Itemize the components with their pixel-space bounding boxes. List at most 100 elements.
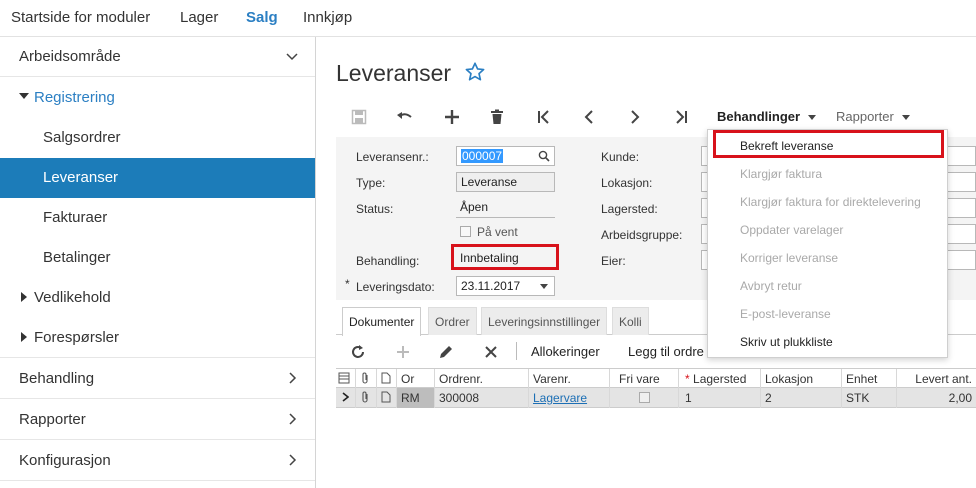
menu-item-klargjor-faktura-direktelevering[interactable]: Klargjør faktura for direktelevering bbox=[740, 195, 921, 209]
add-row-icon[interactable] bbox=[392, 341, 414, 363]
next-record-icon[interactable] bbox=[624, 106, 646, 128]
menu-item-klargjor-faktura[interactable]: Klargjør faktura bbox=[740, 167, 822, 181]
grid-header-varenr[interactable]: Varenr. bbox=[529, 369, 610, 389]
grid-header-enhet[interactable]: Enhet bbox=[842, 369, 897, 389]
grid-header-label: Lagersted bbox=[693, 372, 747, 386]
top-navigation: Startside for moduler Lager Salg Innkjøp bbox=[0, 0, 976, 37]
caret-down-icon bbox=[19, 93, 29, 99]
grid-header-ordrenr[interactable]: Ordrenr. bbox=[435, 369, 529, 389]
first-record-icon[interactable] bbox=[533, 106, 555, 128]
rapporter-label: Rapporter bbox=[836, 109, 894, 124]
leveransenr-value: 000007 bbox=[461, 149, 504, 163]
grid-cell-levert-ant[interactable]: 2,00 bbox=[897, 388, 976, 408]
pa-vent-checkbox[interactable] bbox=[460, 226, 471, 237]
tab-leveringsinnstillinger[interactable]: Leveringsinnstillinger bbox=[481, 307, 608, 335]
leveransenr-label: Leveransenr.: bbox=[356, 150, 429, 164]
grid-header-lokasjon[interactable]: Lokasjon bbox=[761, 369, 842, 389]
arbeidsgruppe-label: Arbeidsgruppe: bbox=[601, 228, 683, 242]
close-icon[interactable] bbox=[480, 341, 502, 363]
tab-salg[interactable]: Salg bbox=[246, 9, 278, 26]
undo-icon[interactable] bbox=[394, 106, 416, 128]
grid-cell-or[interactable]: RM bbox=[397, 388, 435, 408]
grid-settings-icon[interactable] bbox=[336, 369, 356, 389]
behandlinger-menu-button[interactable]: Behandlinger bbox=[717, 109, 817, 124]
sidebar-item-fakturaer[interactable]: Fakturaer bbox=[0, 198, 315, 238]
sidebar-item-foresporsler[interactable]: Forespørsler bbox=[0, 318, 315, 358]
fri-vare-checkbox[interactable] bbox=[639, 392, 650, 403]
menu-item-avbryt-retur[interactable]: Avbryt retur bbox=[740, 279, 802, 293]
grid-header-lagersted[interactable]: * Lagersted bbox=[679, 369, 761, 389]
sidebar-item-betalinger[interactable]: Betalinger bbox=[0, 238, 315, 278]
caret-down-icon bbox=[808, 115, 817, 121]
eier-label: Eier: bbox=[601, 254, 626, 268]
sidebar: Arbeidsområde Registrering Salgsordrer L… bbox=[0, 37, 316, 488]
menu-item-skriv-ut-plukkliste[interactable]: Skriv ut plukkliste bbox=[740, 335, 833, 349]
allokeringer-button[interactable]: Allokeringer bbox=[531, 344, 600, 359]
sidebar-item-label: Fakturaer bbox=[43, 209, 108, 226]
grid-cell-lagersted[interactable]: 1 bbox=[679, 388, 761, 408]
search-icon[interactable] bbox=[538, 150, 550, 162]
grid-header-levert-ant[interactable]: Levert ant. bbox=[897, 369, 976, 389]
behandlinger-dropdown-menu: Bekreft leveranse Klargjør faktura Klarg… bbox=[707, 129, 948, 358]
grid-header-row: Or Ordrenr. Varenr. Fri vare * Lagersted… bbox=[336, 368, 976, 389]
tab-innkjop[interactable]: Innkjøp bbox=[303, 9, 352, 26]
last-record-icon[interactable] bbox=[670, 106, 692, 128]
sidebar-item-label: Salgsordrer bbox=[43, 129, 121, 146]
add-icon[interactable] bbox=[441, 106, 463, 128]
sidebar-item-arbeidsomrade[interactable]: Arbeidsområde bbox=[0, 37, 315, 77]
attachment-icon bbox=[356, 369, 377, 389]
grid-cell-lokasjon[interactable]: 2 bbox=[761, 388, 842, 408]
caret-right-icon bbox=[21, 292, 27, 302]
type-field: Leveranse bbox=[456, 172, 555, 192]
sidebar-item-salgsordrer[interactable]: Salgsordrer bbox=[0, 118, 315, 158]
leveringsdato-label: Leveringsdato: bbox=[356, 280, 435, 294]
tab-lager[interactable]: Lager bbox=[180, 9, 218, 26]
highlight-box bbox=[713, 130, 944, 158]
previous-record-icon[interactable] bbox=[578, 106, 600, 128]
tab-startside[interactable]: Startside for moduler bbox=[11, 9, 150, 26]
sidebar-item-label: Registrering bbox=[34, 89, 115, 106]
edit-icon[interactable] bbox=[435, 341, 457, 363]
status-label: Status: bbox=[356, 202, 394, 216]
grid-cell-ordrenr[interactable]: 300008 bbox=[435, 388, 529, 408]
sidebar-item-label: Forespørsler bbox=[34, 329, 120, 346]
delete-icon[interactable] bbox=[486, 106, 508, 128]
attachment-icon[interactable] bbox=[356, 388, 377, 408]
refresh-icon[interactable] bbox=[347, 341, 369, 363]
save-icon[interactable] bbox=[348, 106, 370, 128]
behandlinger-label: Behandlinger bbox=[717, 109, 801, 124]
document-icon bbox=[377, 369, 397, 389]
grid-cell-fri-vare[interactable] bbox=[610, 388, 679, 408]
sidebar-item-vedlikehold[interactable]: Vedlikehold bbox=[0, 278, 315, 318]
grid-header-or[interactable]: Or bbox=[397, 369, 435, 389]
table-row[interactable]: RM 300008 Lagervare 1 2 STK 2,00 bbox=[336, 388, 976, 408]
sidebar-item-label: Betalinger bbox=[43, 249, 111, 266]
required-marker: * bbox=[345, 277, 350, 291]
grid-cell-enhet[interactable]: STK bbox=[842, 388, 897, 408]
status-field: Åpen bbox=[456, 198, 555, 218]
document-icon[interactable] bbox=[377, 388, 397, 408]
menu-item-korriger-leveranse[interactable]: Korriger leveranse bbox=[740, 251, 838, 265]
lokasjon-label: Lokasjon: bbox=[601, 176, 653, 190]
star-icon[interactable] bbox=[464, 61, 486, 83]
sidebar-item-rapporter[interactable]: Rapporter bbox=[0, 400, 315, 440]
menu-item-epost-leveranse[interactable]: E-post-leveranse bbox=[740, 307, 831, 321]
leveringsdato-input[interactable]: 23.11.2017 bbox=[456, 276, 555, 296]
sidebar-item-leveranser[interactable]: Leveranser bbox=[0, 158, 315, 198]
legg-til-ordre-button[interactable]: Legg til ordre bbox=[628, 344, 704, 359]
chevron-right-icon bbox=[289, 413, 297, 425]
rapporter-menu-button[interactable]: Rapporter bbox=[836, 109, 910, 124]
grid-header-fri-vare[interactable]: Fri vare bbox=[610, 369, 679, 389]
tab-kolli[interactable]: Kolli bbox=[612, 307, 649, 335]
tab-ordrer[interactable]: Ordrer bbox=[428, 307, 477, 335]
sidebar-item-behandling[interactable]: Behandling bbox=[0, 359, 315, 399]
leveransenr-input[interactable]: 000007 bbox=[456, 146, 555, 166]
sidebar-item-label: Rapporter bbox=[19, 411, 86, 428]
sidebar-item-konfigurasjon[interactable]: Konfigurasjon bbox=[0, 441, 315, 481]
sidebar-item-registrering[interactable]: Registrering bbox=[0, 78, 315, 118]
chevron-down-icon[interactable] bbox=[540, 284, 548, 289]
grid-cell-varenr-link[interactable]: Lagervare bbox=[529, 388, 610, 408]
tab-dokumenter[interactable]: Dokumenter bbox=[342, 307, 422, 336]
menu-item-oppdater-varelager[interactable]: Oppdater varelager bbox=[740, 223, 843, 237]
lagersted-label: Lagersted: bbox=[601, 202, 658, 216]
